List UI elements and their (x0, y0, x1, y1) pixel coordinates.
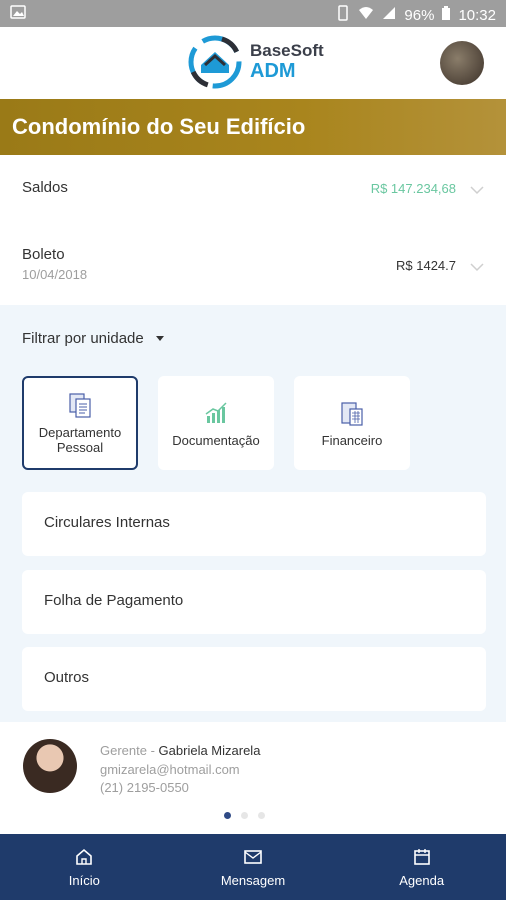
list-item-circulares-internas[interactable]: Circulares Internas (22, 492, 486, 556)
nav-label: Início (68, 872, 100, 888)
carousel-dots (224, 812, 265, 819)
chart-icon (205, 401, 227, 423)
home-icon (76, 848, 93, 865)
caret-down-icon (155, 336, 164, 341)
card-label: Financeiro (321, 432, 383, 448)
image-notification-icon (10, 5, 26, 23)
document-icon (69, 393, 91, 418)
list-item-label: Outros (44, 669, 90, 686)
clock: 10:32 (458, 6, 496, 24)
bottom-nav: Início Mensagem Agenda (0, 834, 506, 900)
saldos-label: Saldos (22, 179, 68, 196)
card-label: Departamento (38, 425, 122, 440)
card-label: Documentação (172, 432, 260, 448)
category-cards: Departamento Pessoal Documentação Financ… (22, 376, 410, 470)
boleto-value: R$ 1424.7 (396, 258, 456, 273)
list-item-folha-de-pagamento[interactable]: Folha de Pagamento (22, 570, 486, 634)
vibrate-icon (336, 5, 350, 25)
chevron-down-icon[interactable] (470, 260, 484, 274)
manager-name: Gabriela Mizarela (158, 743, 261, 758)
chevron-down-icon[interactable] (470, 183, 484, 197)
app-header: BaseSoft ADM (0, 27, 506, 99)
card-documentacao[interactable]: Documentação (158, 376, 274, 470)
nav-mensagem[interactable]: Mensagem (169, 834, 338, 900)
mail-icon (244, 849, 262, 864)
condo-title: Condomínio do Seu Edifício (12, 114, 306, 139)
nav-agenda[interactable]: Agenda (337, 834, 506, 900)
battery-percent: 96% (404, 6, 435, 24)
manager-phone[interactable]: (21) 2195-0550 (100, 780, 189, 795)
card-financeiro[interactable]: Financeiro (294, 376, 410, 470)
summary-panel: Saldos R$ 147.234,68 Boleto 10/04/2018 R… (0, 155, 506, 305)
saldos-row[interactable]: Saldos R$ 147.234,68 (0, 155, 506, 230)
manager-card: Gerente - Gabriela Mizarela gmizarela@ho… (0, 722, 506, 834)
wifi-icon (358, 6, 374, 24)
manager-role-line: Gerente - Gabriela Mizarela (100, 743, 261, 758)
status-bar: 96% 10:32 (0, 0, 506, 27)
nav-inicio[interactable]: Início (0, 834, 169, 900)
logo-text-line2: ADM (250, 60, 296, 82)
list-item-label: Circulares Internas (44, 514, 170, 531)
filter-label: Filtrar por unidade (22, 330, 144, 347)
basesoft-logo: BaseSoft ADM (188, 35, 324, 89)
logo-text-line1: BaseSoft (250, 41, 324, 60)
signal-icon (382, 6, 396, 24)
carousel-dot-active[interactable] (224, 812, 231, 819)
calculator-icon (341, 401, 363, 426)
card-label-line2: Pessoal (56, 440, 104, 455)
nav-label: Agenda (399, 872, 445, 888)
calendar-icon (413, 848, 430, 865)
carousel-dot[interactable] (241, 812, 248, 819)
unit-filter-dropdown[interactable]: Filtrar por unidade (22, 330, 164, 347)
manager-email[interactable]: gmizarela@hotmail.com (100, 762, 240, 777)
manager-avatar (23, 739, 77, 793)
list-item-label: Folha de Pagamento (44, 592, 184, 609)
carousel-dot[interactable] (258, 812, 265, 819)
boleto-row[interactable]: Boleto 10/04/2018 R$ 1424.7 (0, 230, 506, 305)
card-departamento-pessoal[interactable]: Departamento Pessoal (22, 376, 138, 470)
user-avatar[interactable] (440, 41, 484, 85)
nav-label: Mensagem (220, 872, 286, 888)
logo-house-icon (188, 35, 242, 89)
boleto-label: Boleto (22, 246, 65, 263)
list-item-outros[interactable]: Outros (22, 647, 486, 711)
saldos-value: R$ 147.234,68 (370, 181, 456, 196)
boleto-date: 10/04/2018 (22, 267, 88, 282)
battery-icon (442, 6, 451, 24)
manager-role: Gerente (100, 743, 147, 758)
condo-banner: Condomínio do Seu Edifício (0, 99, 506, 155)
